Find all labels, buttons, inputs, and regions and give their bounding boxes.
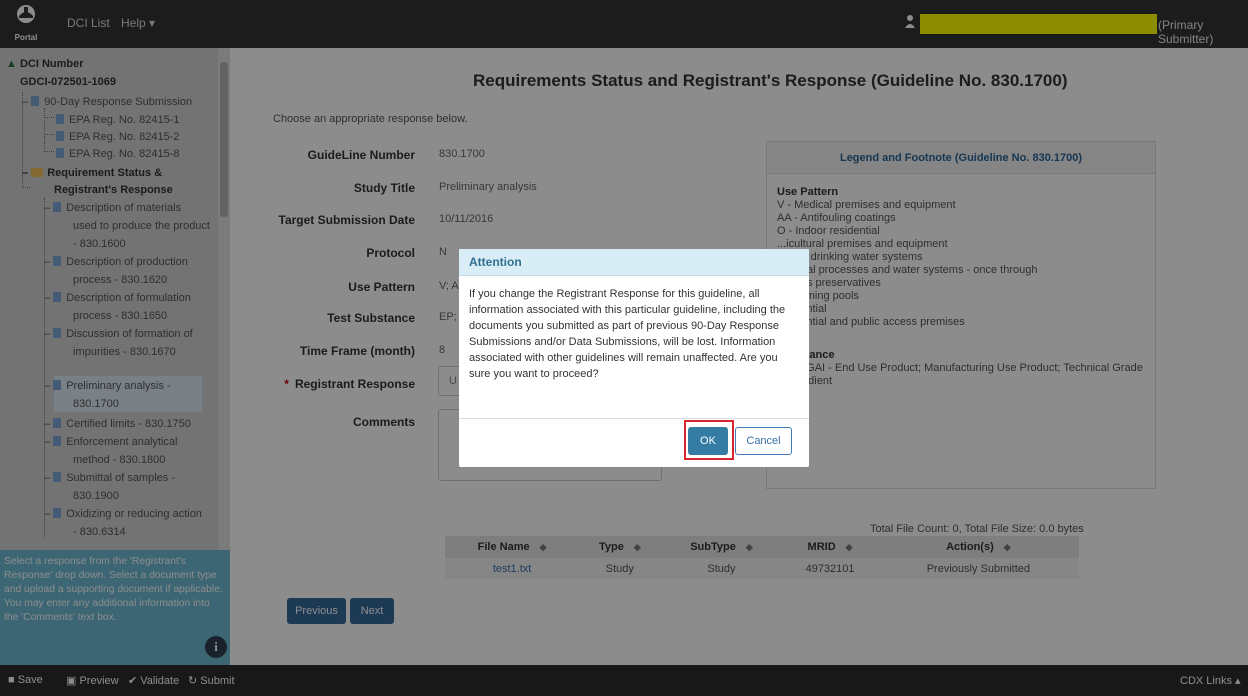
dialog-title: Attention: [459, 249, 809, 276]
dialog-message: If you change the Registrant Response fo…: [459, 276, 809, 419]
attention-dialog: Attention If you change the Registrant R…: [459, 249, 809, 467]
cancel-button[interactable]: Cancel: [735, 427, 792, 455]
ok-button[interactable]: OK: [688, 427, 728, 455]
